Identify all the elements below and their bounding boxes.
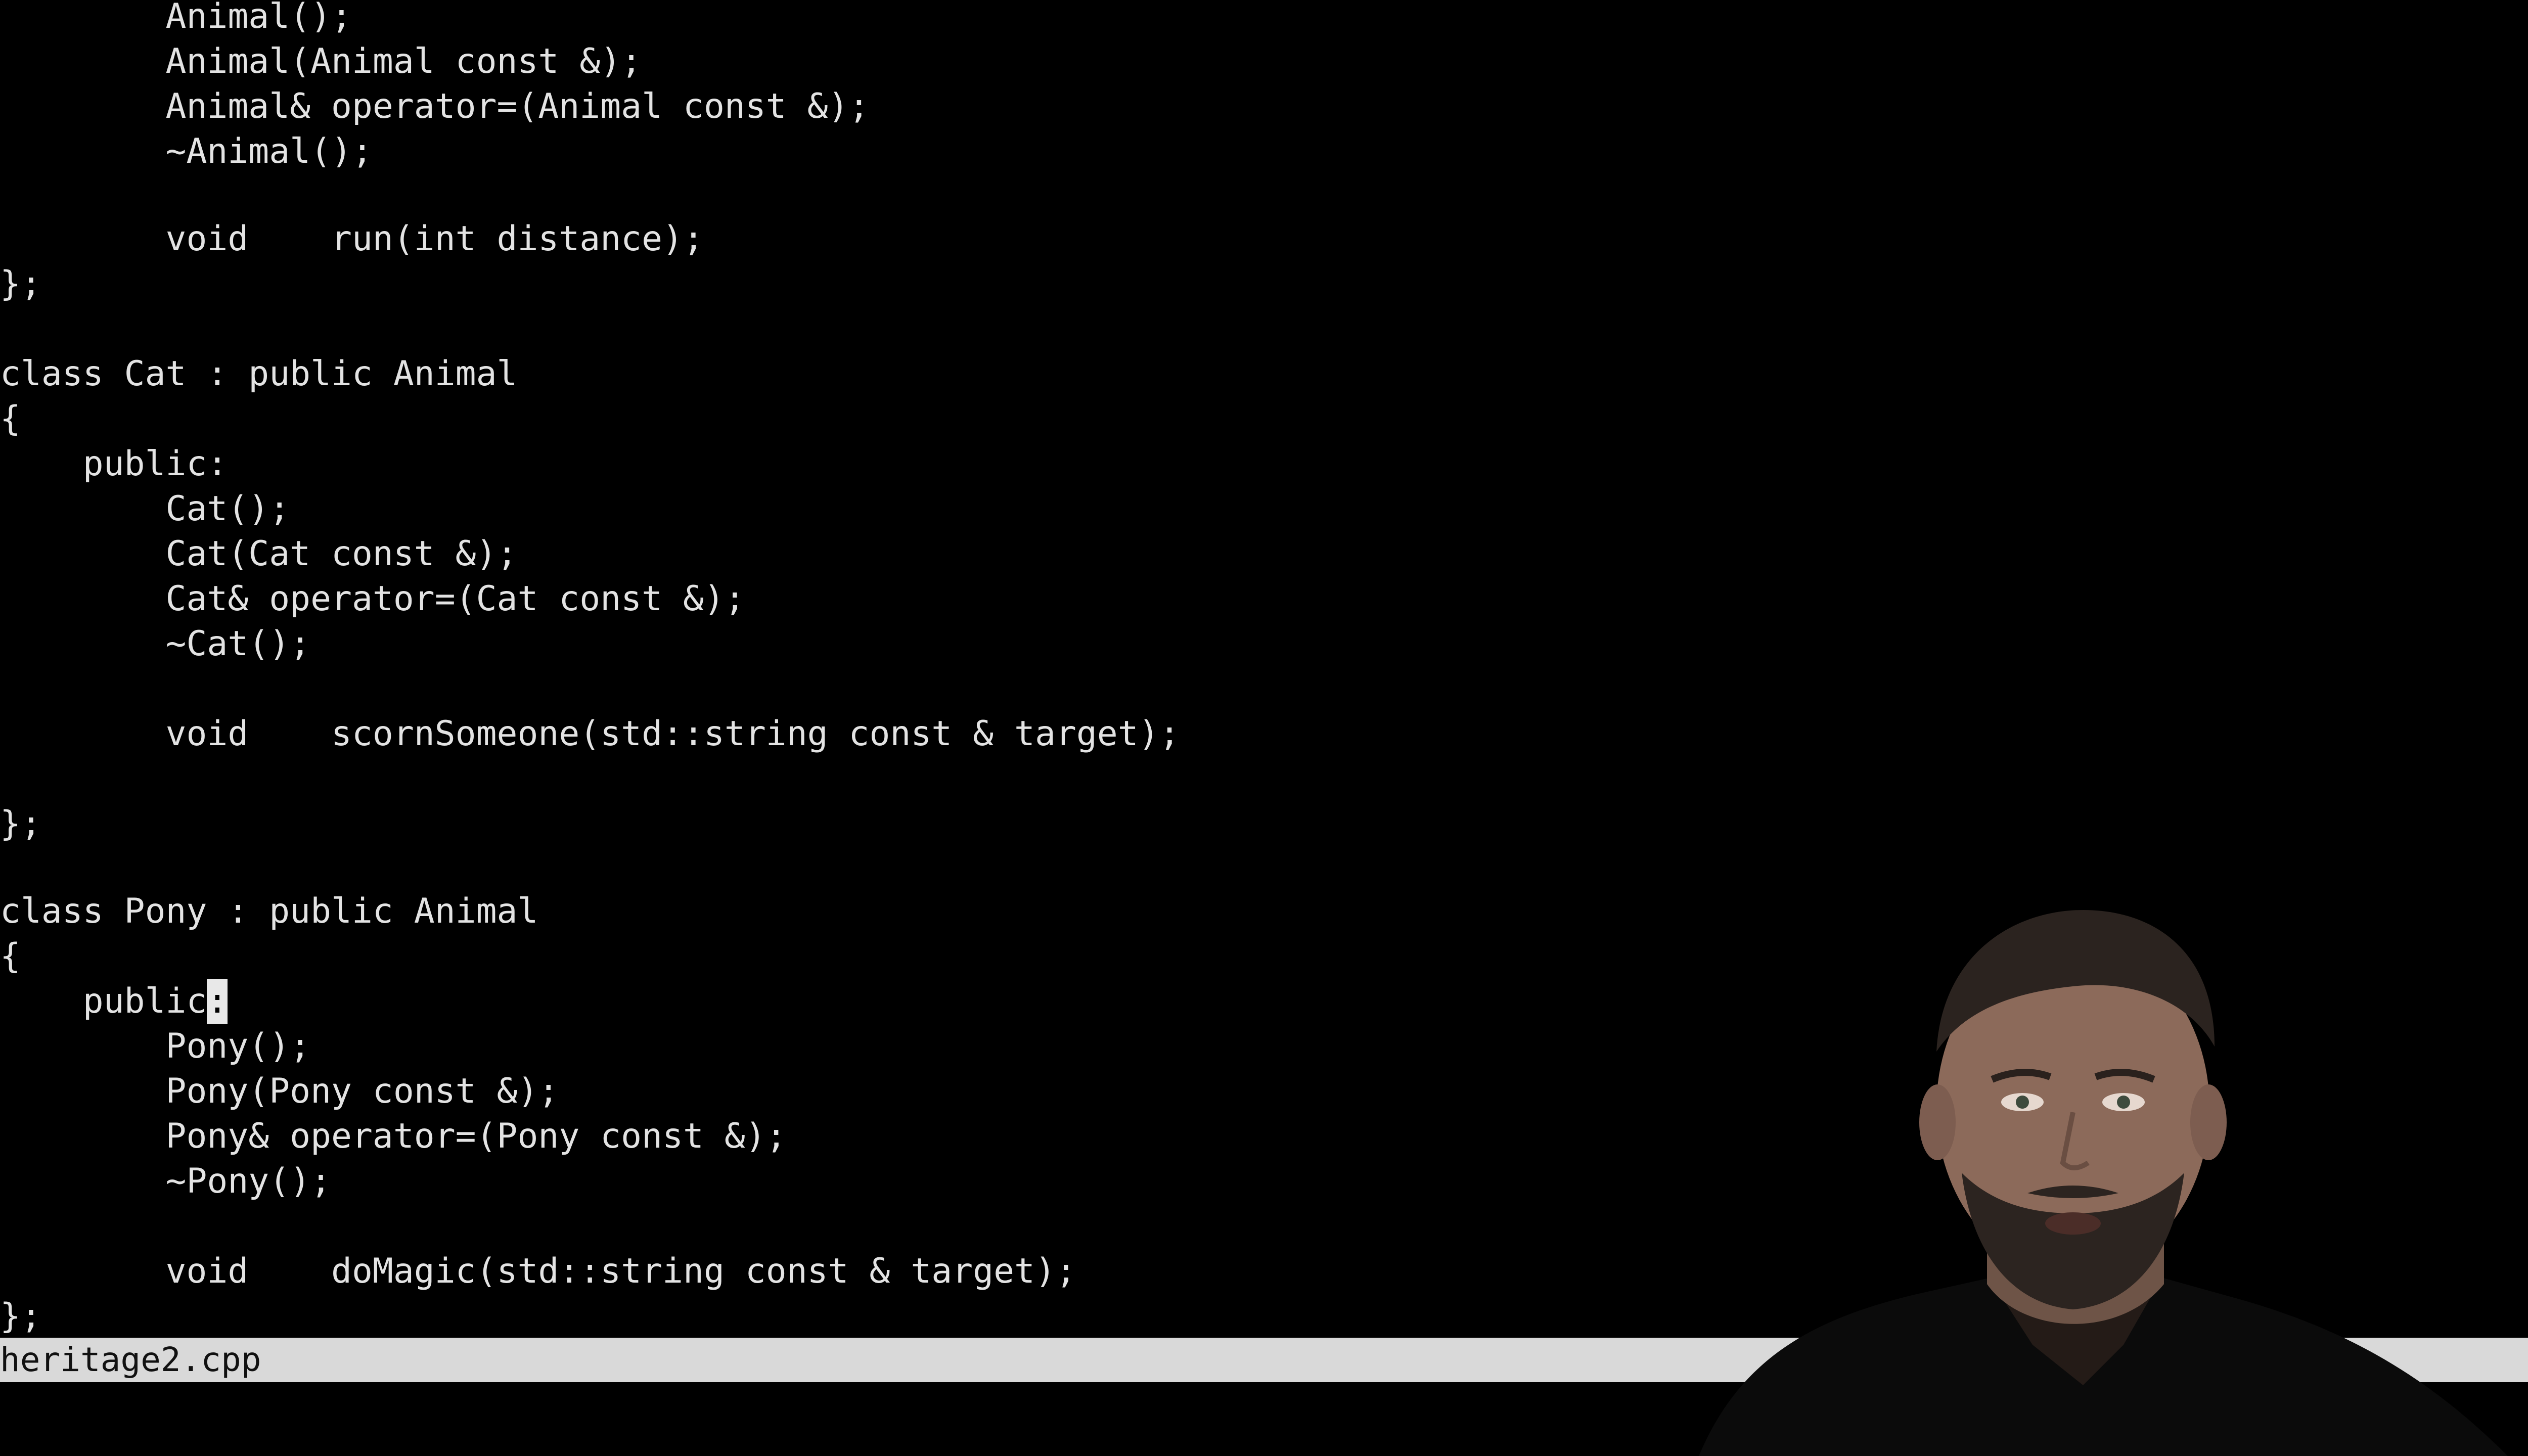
code-line: }; (0, 804, 41, 844)
code-line: }; (0, 1296, 41, 1336)
presenter-image (1699, 910, 2508, 1456)
code-line: ~Pony(); (0, 1161, 332, 1201)
code-line: class Cat : public Animal (0, 354, 518, 394)
code-line: }; (0, 264, 41, 304)
code-line: Cat(Cat const &); (0, 534, 518, 574)
code-line: class Pony : public Animal (0, 891, 538, 931)
presenter-video-overlay (1679, 890, 2528, 1456)
code-line: void doMagic(std::string const & target)… (0, 1251, 1076, 1291)
file-name: heritage2.cpp (0, 1340, 261, 1379)
code-line: { (0, 936, 21, 976)
code-line: Pony(); (0, 1026, 311, 1066)
code-line: Animal(); (0, 0, 352, 36)
cursor-line: public: (0, 979, 228, 1024)
code-line: Cat& operator=(Cat const &); (0, 579, 745, 619)
code-line: Pony(Pony const &); (0, 1071, 559, 1111)
code-line: { (0, 399, 21, 439)
code-text: public (0, 981, 207, 1021)
text-cursor: : (207, 979, 228, 1024)
code-line: void scornSomeone(std::string const & ta… (0, 714, 1180, 754)
code-line: ~Cat(); (0, 624, 311, 664)
code-line: public: (0, 444, 228, 484)
code-line: Animal(Animal const &); (0, 41, 642, 81)
code-line: Animal& operator=(Animal const &); (0, 86, 870, 126)
code-line: Cat(); (0, 489, 290, 529)
code-line: Pony& operator=(Pony const &); (0, 1116, 787, 1156)
code-line: ~Animal(); (0, 131, 373, 171)
code-line: void run(int distance); (0, 219, 704, 259)
